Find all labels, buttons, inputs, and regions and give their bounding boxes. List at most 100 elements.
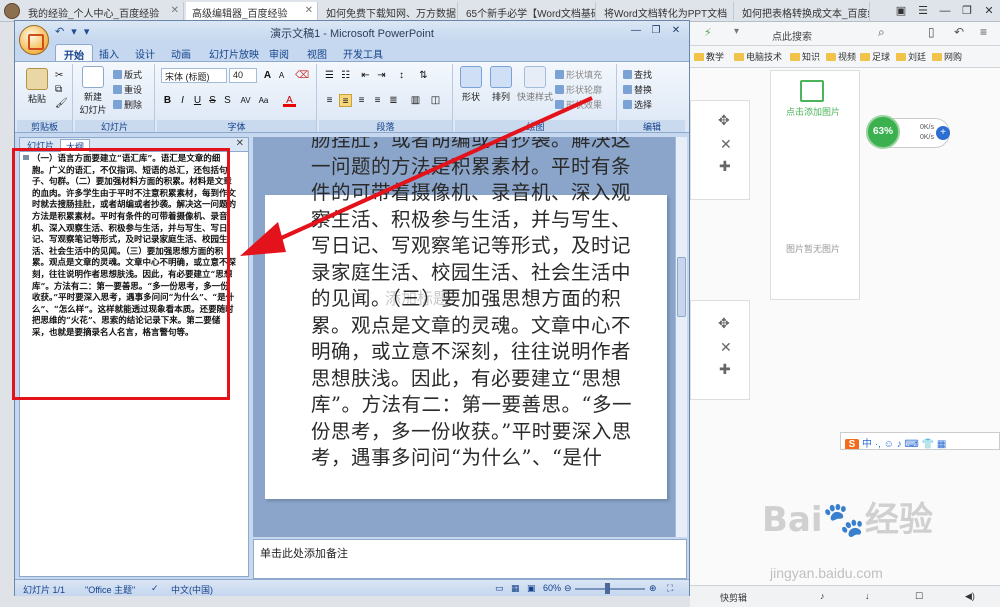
shapes-button[interactable]: 形状 [457,66,485,103]
music-icon[interactable]: ♪ [820,591,825,601]
language[interactable]: 中文(中国) [171,583,213,596]
shape-outline-button[interactable]: 形状轮廓 [555,83,602,96]
tab-home[interactable]: 开始 [55,44,93,62]
add-image-icon[interactable] [800,80,824,102]
zoom-slider[interactable] [575,588,645,590]
notes-pane[interactable]: 单击此处添加备注 [253,539,687,579]
search-icon[interactable]: ⌕ [878,25,885,40]
columns-icon[interactable]: ▥ [409,94,422,107]
slideshow-icon[interactable]: ▣ [527,583,536,594]
close-button[interactable]: ✕ [978,0,1000,22]
shadow-icon[interactable]: S [221,94,234,107]
memory-gauge[interactable]: 63% [866,115,900,149]
distribute-icon[interactable]: ≣ [387,94,400,107]
arrange-button[interactable]: 排列 [487,66,515,103]
slide-sorter-icon[interactable]: ▦ [511,583,520,594]
shape-effect-button[interactable]: 形状效果 [555,98,602,111]
normal-view-icon[interactable]: ▭ [495,583,504,594]
tab-design[interactable]: 设计 [127,44,163,61]
move-icon[interactable]: ✥ [718,315,730,332]
justify-icon[interactable]: ≡ [371,94,384,107]
bookmark-item[interactable]: 知识 [790,50,820,63]
select-button[interactable]: 选择 [623,98,652,111]
zoom-out-icon[interactable]: ⊖ [564,583,572,594]
quick-styles-button[interactable]: 快速样式 [517,66,553,103]
minimize-button[interactable]: — [627,23,645,39]
maximize-button[interactable]: ❐ [647,23,665,39]
lightning-icon[interactable]: ⚡ [704,26,712,39]
bookmark-item[interactable]: 足球 [860,50,890,63]
strikethrough-icon[interactable]: S [206,94,219,107]
tab-developer[interactable]: 开发工具 [335,44,391,61]
bookmark-item[interactable]: 视频 [826,50,856,63]
paste-button[interactable]: 粘贴 [23,68,51,105]
cut-icon[interactable]: ✂ [55,70,63,81]
close-icon[interactable]: ✕ [171,5,179,16]
align-left-icon[interactable]: ≡ [323,94,336,107]
align-center-icon[interactable]: ≡ [339,94,352,107]
underline-icon[interactable]: U [191,94,204,107]
numbering-icon[interactable]: ☷ [339,69,352,82]
shrink-font-icon[interactable]: A [275,69,288,82]
move-icon[interactable]: ✥ [718,112,730,129]
zoom-level[interactable]: 60% [543,583,561,593]
delete-button[interactable]: 删除 [113,98,142,111]
reset-button[interactable]: 重设 [113,83,142,96]
search-input[interactable]: 点此搜索 [770,25,870,43]
slide-text[interactable]: 肠挂肚，或者胡编或者抄袭。解决这一问题的方法是积累素材。平时有条件的可带着摄像机… [311,137,633,472]
font-name-combo[interactable]: 宋体 (标题) [161,68,227,83]
scrollbar-thumb[interactable] [677,257,686,317]
add-image-label[interactable]: 点击添加图片 [786,105,840,118]
ime-toolbar[interactable]: S中 ·, ☺ ♪ ⌨ 👕 ▦ [840,432,1000,450]
decrease-indent-icon[interactable]: ⇤ [359,69,372,82]
change-case-icon[interactable]: Aa [257,94,270,107]
font-color-icon[interactable]: A [283,94,296,107]
browser-tab[interactable]: 高级编辑器_百度经验 ✕ [186,2,318,22]
grow-font-icon[interactable]: A [261,69,274,82]
bookmark-item[interactable]: 教学 [694,50,724,63]
maximize-button[interactable]: ❐ [956,0,978,22]
shape-fill-button[interactable]: 形状填充 [555,68,602,81]
line-spacing-icon[interactable]: ↕ [395,69,408,82]
bookmark-item[interactable]: 刘廷 [896,50,926,63]
add-icon[interactable]: ✚ [719,361,731,378]
browser-tab[interactable]: 如何免费下载知网、万方数据 [320,2,458,22]
browser-tab[interactable]: 如何把表格转换成文本_百度经验 [736,2,870,22]
minimize-button[interactable]: — [934,0,956,22]
tab-insert[interactable]: 插入 [91,44,127,61]
close-icon[interactable]: ✕ [236,138,244,149]
window-icon[interactable]: ☐ [915,591,923,602]
bookmark-item[interactable]: 电脑技术 [734,50,782,63]
find-button[interactable]: 查找 [623,68,652,81]
menu-icon[interactable]: ≡ [980,25,987,39]
copy-icon[interactable]: ⧉ [55,84,62,95]
spellcheck-icon[interactable]: ✓ [151,583,159,594]
undo-icon[interactable]: ↶ [954,25,964,39]
office-button[interactable] [19,25,49,55]
tab-view[interactable]: 视图 [299,44,335,61]
add-icon[interactable]: ✚ [719,158,731,175]
text-direction-icon[interactable]: ⇅ [417,69,430,82]
zoom-slider-thumb[interactable] [605,583,610,594]
font-size-combo[interactable]: 40 [229,68,257,83]
skin-icon[interactable]: ▣ [890,0,912,22]
char-spacing-icon[interactable]: AV [239,94,252,107]
smartart-icon[interactable]: ◫ [429,94,442,107]
bold-icon[interactable]: B [161,94,174,107]
user-avatar[interactable] [4,3,20,19]
ime-items[interactable]: 中 ·, ☺ ♪ ⌨ 👕 ▦ [862,439,946,449]
close-icon[interactable]: ✕ [305,5,313,16]
italic-icon[interactable]: I [176,94,189,107]
layout-button[interactable]: 版式 [113,68,142,81]
browser-tab[interactable]: 我的经验_个人中心_百度经验 ✕ [22,2,184,22]
bullets-icon[interactable]: ☰ [323,69,336,82]
increase-indent-icon[interactable]: ⇥ [375,69,388,82]
menu-icon[interactable]: ☰ [912,0,934,22]
align-right-icon[interactable]: ≡ [355,94,368,107]
boost-icon[interactable]: + [936,126,950,140]
chevron-down-icon[interactable]: ▾ [734,26,739,37]
new-slide-button[interactable]: 新建 幻灯片 [77,66,109,116]
format-painter-icon[interactable]: 🖌 [55,98,68,109]
close-icon[interactable]: ✕ [720,339,732,356]
speaker-icon[interactable]: ◀) [965,591,975,602]
